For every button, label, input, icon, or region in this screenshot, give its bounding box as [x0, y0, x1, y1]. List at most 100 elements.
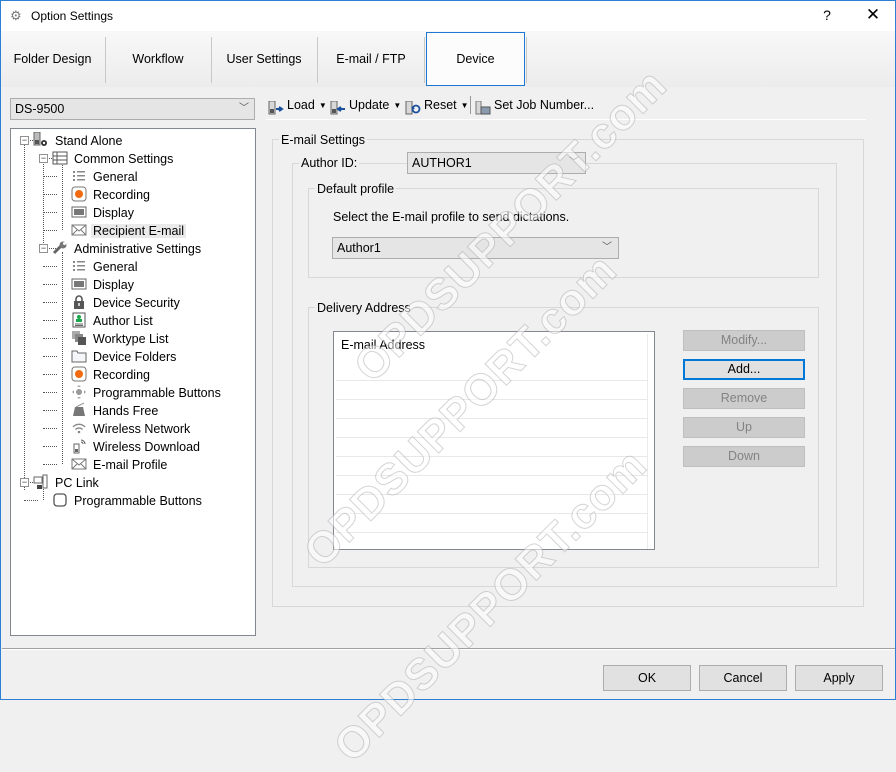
list-row-divider: [336, 494, 648, 495]
email-settings-legend: E-mail Settings: [279, 133, 368, 147]
tree-item[interactable]: Recording: [71, 365, 152, 383]
ok-button[interactable]: OK: [603, 665, 691, 691]
toolbar-separator: [470, 96, 471, 114]
email-address-list[interactable]: E-mail Address: [333, 331, 655, 550]
tree-item[interactable]: Author List: [71, 311, 155, 329]
option-settings-window: ⚙ Option Settings ? ✕ Folder Design Work…: [0, 0, 896, 772]
lock-icon: [71, 294, 87, 310]
tab-user-settings[interactable]: User Settings: [212, 31, 316, 87]
tree-item[interactable]: Wireless Download: [71, 437, 202, 455]
title-bar: ⚙ Option Settings ? ✕: [1, 1, 895, 31]
tree-item[interactable]: Display: [71, 203, 136, 221]
tree-item[interactable]: Wireless Network: [71, 419, 192, 437]
load-label: Load: [287, 98, 315, 112]
pc-link-icon: [33, 474, 49, 490]
folder-icon: [71, 348, 87, 364]
tab-workflow[interactable]: Workflow: [106, 31, 210, 87]
tree-item[interactable]: Device Security: [71, 293, 182, 311]
tree-item-label: Author List: [93, 313, 153, 328]
tree-item[interactable]: Recipient E-mail: [71, 221, 187, 239]
tree-item[interactable]: Device Folders: [71, 347, 178, 365]
author-id-dropdown[interactable]: AUTHOR1 ﹀: [407, 152, 586, 174]
chevron-down-icon: ﹀: [569, 157, 579, 168]
tree-collapse-toggle[interactable]: −: [20, 136, 29, 145]
tree-connector: [43, 410, 57, 411]
tree-item[interactable]: PC Link: [33, 473, 101, 491]
load-button[interactable]: Load ▼: [268, 93, 327, 117]
device-model-dropdown[interactable]: DS-9500 ﹀: [10, 98, 255, 120]
dropdown-arrow-icon: ▼: [393, 100, 402, 110]
update-button[interactable]: Update ▼: [330, 93, 401, 117]
tree-connector: [43, 356, 57, 357]
wifi-icon: [71, 420, 87, 436]
tab-device[interactable]: Device: [426, 32, 525, 86]
down-button[interactable]: Down: [683, 446, 805, 467]
tree-collapse-toggle[interactable]: −: [20, 478, 29, 487]
tree-item-label: Recording: [93, 187, 150, 202]
tab-folder-design[interactable]: Folder Design: [1, 31, 104, 87]
reset-button[interactable]: Reset ▼: [405, 93, 469, 117]
tree-item[interactable]: Worktype List: [71, 329, 171, 347]
tree-collapse-toggle[interactable]: −: [39, 244, 48, 253]
tree-item-label: Hands Free: [93, 403, 159, 418]
tree-item-label: Programmable Buttons: [74, 493, 202, 508]
tree-connector: [43, 464, 57, 465]
tree-connector: [62, 252, 63, 464]
tree-item-label: Stand Alone: [55, 133, 123, 148]
tab-separator: [526, 37, 527, 83]
update-label: Update: [349, 98, 390, 112]
tree-item-label: Administrative Settings: [74, 241, 202, 256]
tree-item-label: Worktype List: [93, 331, 169, 346]
list-settings-icon: [52, 150, 68, 166]
button-icon: [52, 492, 68, 508]
help-button[interactable]: ?: [817, 7, 837, 23]
column-separator: [647, 334, 648, 549]
tree-connector: [43, 212, 57, 213]
settings-tree[interactable]: − Stand Alone − Common Settings General Recor…: [10, 128, 256, 636]
tree-item[interactable]: Programmable Buttons: [52, 491, 204, 509]
delivery-address-legend: Delivery Address: [315, 301, 413, 315]
tree-item-label: Display: [93, 277, 134, 292]
remove-button[interactable]: Remove: [683, 388, 805, 409]
tree-connector: [24, 144, 25, 490]
tree-item[interactable]: General: [71, 167, 139, 185]
tree-item[interactable]: General: [71, 257, 139, 275]
email-profile-dropdown[interactable]: Author1 ﹀: [332, 237, 619, 259]
tree-item[interactable]: Administrative Settings: [52, 239, 203, 257]
modify-button[interactable]: Modify...: [683, 330, 805, 351]
tree-item[interactable]: Common Settings: [52, 149, 175, 167]
tree-item[interactable]: Display: [71, 275, 136, 293]
default-profile-legend: Default profile: [315, 182, 397, 196]
tree-item[interactable]: Programmable Buttons: [71, 383, 223, 401]
author-list-icon: [71, 312, 87, 328]
tree-item[interactable]: Recording: [71, 185, 152, 203]
tree-item-label: Recipient E-mail: [91, 223, 187, 238]
tree-connector: [43, 374, 57, 375]
list-row-divider: [336, 437, 648, 438]
close-button[interactable]: ✕: [861, 5, 885, 25]
record-icon: [71, 186, 87, 202]
tree-connector: [43, 266, 57, 267]
up-button[interactable]: Up: [683, 417, 805, 438]
tree-item[interactable]: Stand Alone: [33, 131, 124, 149]
tree-collapse-toggle[interactable]: −: [39, 154, 48, 163]
update-icon: [330, 99, 346, 115]
cancel-button[interactable]: Cancel: [699, 665, 787, 691]
dpad-icon: [71, 384, 87, 400]
set-job-number-button[interactable]: Set Job Number...: [475, 93, 594, 117]
apply-button[interactable]: Apply: [795, 665, 883, 691]
tree-connector: [43, 428, 57, 429]
tree-item[interactable]: E-mail Profile: [71, 455, 169, 473]
wireless-download-icon: [71, 438, 87, 454]
footer-divider-highlight: [2, 649, 895, 650]
email-address-column-header[interactable]: E-mail Address: [341, 338, 425, 352]
chevron-down-icon: ﹀: [239, 103, 249, 114]
tree-item-label: General: [93, 259, 138, 274]
tab-bar: Folder Design Workflow User Settings E-m…: [1, 31, 895, 87]
device-gear-icon: [33, 131, 49, 148]
add-button[interactable]: Add...: [683, 359, 805, 380]
record-icon: [71, 366, 87, 382]
tree-item[interactable]: Hands Free: [71, 401, 160, 419]
author-id-value: AUTHOR1: [412, 156, 472, 170]
tab-email-ftp[interactable]: E-mail / FTP: [318, 31, 424, 87]
